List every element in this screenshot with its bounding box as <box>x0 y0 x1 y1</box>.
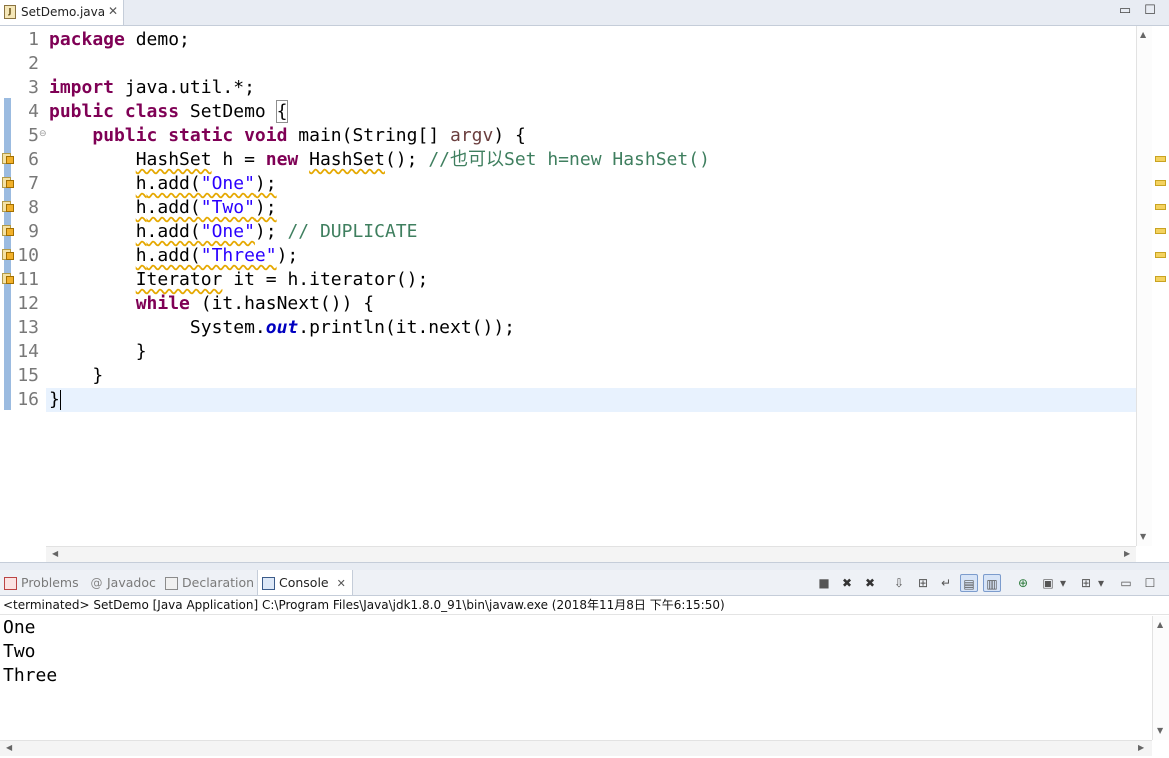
display-console-icon[interactable]: ▣ <box>1039 574 1057 592</box>
warning-overview-mark[interactable] <box>1155 228 1166 234</box>
code-line: while (it.hasNext()) { <box>135 293 375 314</box>
code-line: } <box>92 365 104 386</box>
line-number: 13 <box>17 317 39 338</box>
code-line: h.add("One"); <box>135 173 277 194</box>
remove-all-launches-icon[interactable]: ✖ <box>861 574 879 592</box>
warning-marker-icon[interactable] <box>1 176 14 188</box>
scroll-left-icon[interactable]: ◀ <box>52 549 58 558</box>
line-number-gutter: 1 2 3 4 5 ⊖ 6 7 8 9 10 11 12 13 14 15 16 <box>13 26 46 546</box>
scroll-right-icon[interactable]: ▶ <box>1138 743 1144 752</box>
editor-tab-setdemo[interactable]: J SetDemo.java ✕ <box>0 0 124 25</box>
overview-ruler <box>1152 26 1169 546</box>
java-file-icon: J <box>4 5 16 19</box>
code-line: Iterator it = h.iterator(); <box>135 269 429 290</box>
console-icon <box>262 577 275 590</box>
scroll-down-icon[interactable]: ▼ <box>1140 532 1146 541</box>
code-line: HashSet h = new HashSet(); //也可以Set h=ne… <box>135 149 710 170</box>
word-wrap-icon[interactable]: ↵ <box>937 574 955 592</box>
scroll-lock-icon[interactable]: ⇩ <box>890 574 908 592</box>
tab-problems[interactable]: Problems <box>4 570 79 595</box>
scroll-down-icon[interactable]: ▼ <box>1157 726 1163 735</box>
display-console-dropdown-icon[interactable]: ▾ <box>1057 574 1069 592</box>
console-launch-status: <terminated> SetDemo [Java Application] … <box>0 596 1169 615</box>
scroll-up-icon[interactable]: ▲ <box>1157 620 1163 629</box>
code-line: package demo; <box>49 29 190 50</box>
show-console-stderr-icon[interactable]: ▥ <box>983 574 1001 592</box>
line-number: 16 <box>17 389 39 410</box>
tab-console[interactable]: Console ✕ <box>257 570 353 595</box>
editor-tab-label: SetDemo.java <box>21 5 106 19</box>
code-line: } <box>135 341 147 362</box>
console-output-line: One <box>3 617 36 638</box>
editor-minimize-button[interactable]: ▭ <box>1116 3 1134 21</box>
code-line: import java.util.*; <box>49 77 255 98</box>
vertical-ruler <box>0 26 14 546</box>
problems-icon <box>4 577 17 590</box>
console-horizontal-scrollbar[interactable]: ◀ ▶ <box>0 740 1152 756</box>
text-caret <box>59 390 61 410</box>
warning-marker-icon[interactable] <box>1 200 14 212</box>
warning-overview-mark[interactable] <box>1155 276 1166 282</box>
new-console-dropdown-icon[interactable]: ▾ <box>1095 574 1107 592</box>
pin-console-icon[interactable]: ⊞ <box>914 574 932 592</box>
line-number: 2 <box>28 53 39 74</box>
editor-vertical-scrollbar[interactable]: ▲ ▼ <box>1136 26 1152 546</box>
terminate-icon[interactable]: ■ <box>815 574 833 592</box>
code-line: } <box>49 389 61 410</box>
close-console-tab-icon[interactable]: ✕ <box>337 577 346 590</box>
warning-overview-mark[interactable] <box>1155 252 1166 258</box>
scroll-right-icon[interactable]: ▶ <box>1124 549 1130 558</box>
code-line: public class SetDemo { <box>49 100 289 123</box>
console-output-line: Two <box>3 641 36 662</box>
warning-marker-icon[interactable] <box>1 152 14 164</box>
line-number: 12 <box>17 293 39 314</box>
code-line: h.add("One"); // DUPLICATE <box>135 221 418 242</box>
warning-overview-mark[interactable] <box>1155 180 1166 186</box>
line-number: 15 <box>17 365 39 386</box>
declaration-icon <box>165 577 178 590</box>
code-line: h.add("Three"); <box>135 245 299 266</box>
line-number: 5 <box>28 125 39 146</box>
scroll-up-icon[interactable]: ▲ <box>1140 30 1146 39</box>
matching-bracket: { <box>275 100 289 123</box>
tab-javadoc[interactable]: @ Javadoc <box>90 570 156 595</box>
warning-marker-icon[interactable] <box>1 272 14 284</box>
new-console-icon[interactable]: ⊞ <box>1077 574 1095 592</box>
warning-marker-icon[interactable] <box>1 248 14 260</box>
close-tab-icon[interactable]: ✕ <box>108 4 118 18</box>
scroll-left-icon[interactable]: ◀ <box>6 743 12 752</box>
warning-overview-mark[interactable] <box>1155 204 1166 210</box>
current-line-highlight <box>46 388 1136 412</box>
editor-maximize-button[interactable]: ☐ <box>1141 3 1159 21</box>
line-number: 8 <box>28 197 39 218</box>
code-line: System.out.println(it.next()); <box>189 317 516 338</box>
line-number: 7 <box>28 173 39 194</box>
line-number: 3 <box>28 77 39 98</box>
editor-horizontal-scrollbar[interactable]: ◀ ▶ <box>46 546 1136 562</box>
warning-marker-icon[interactable] <box>1 224 14 236</box>
warning-overview-mark[interactable] <box>1155 156 1166 162</box>
console-maximize-button[interactable]: ☐ <box>1141 574 1159 592</box>
line-number: 14 <box>17 341 39 362</box>
line-number: 4 <box>28 101 39 122</box>
console-minimize-button[interactable]: ▭ <box>1117 574 1135 592</box>
console-output[interactable]: One Two Three <box>0 616 1152 740</box>
line-number: 1 <box>28 29 39 50</box>
console-output-line: Three <box>3 665 58 686</box>
code-line: public static void main(String[] argv) { <box>92 125 526 146</box>
line-number: 6 <box>28 149 39 170</box>
line-number: 11 <box>17 269 39 290</box>
code-text-area[interactable]: package demo; import java.util.*; public… <box>46 26 1136 546</box>
editor-tab-bar <box>0 0 1169 26</box>
remove-launch-icon[interactable]: ✖ <box>838 574 856 592</box>
console-vertical-scrollbar[interactable]: ▲ ▼ <box>1152 616 1169 740</box>
at-sign-icon: @ <box>90 576 103 590</box>
line-number: 10 <box>17 245 39 266</box>
show-console-stdout-icon[interactable]: ▤ <box>960 574 978 592</box>
code-line: h.add("Two"); <box>135 197 277 218</box>
open-console-icon[interactable]: ⊕ <box>1014 574 1032 592</box>
line-number: 9 <box>28 221 39 242</box>
tab-declaration[interactable]: Declaration <box>165 570 254 595</box>
